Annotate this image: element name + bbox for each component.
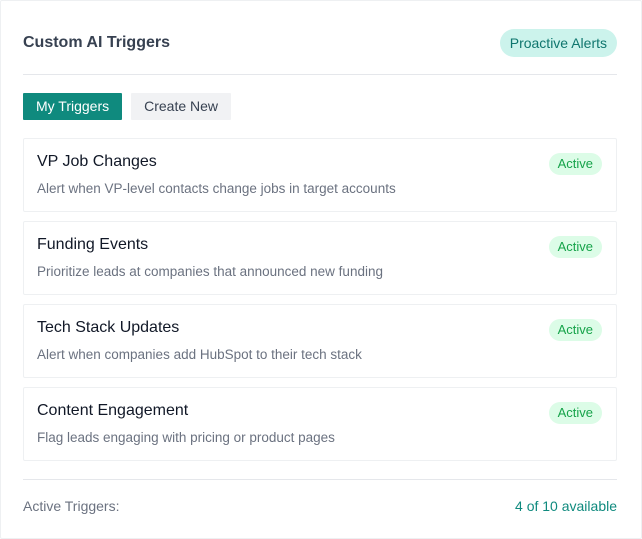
trigger-description: Alert when VP-level contacts change jobs…	[37, 181, 396, 196]
trigger-title: Tech Stack Updates	[37, 319, 180, 336]
tab-my-triggers[interactable]: My Triggers	[23, 93, 123, 120]
trigger-card[interactable]: Tech Stack Updates Alert when companies …	[23, 304, 617, 378]
status-badge: Active	[548, 153, 602, 175]
trigger-description: Flag leads engaging with pricing or prod…	[37, 430, 335, 445]
trigger-list: VP Job Changes Alert when VP-level conta…	[23, 138, 617, 470]
status-badge: Active	[548, 236, 602, 258]
trigger-title: Content Engagement	[37, 402, 189, 419]
trigger-card[interactable]: Content Engagement Flag leads engaging w…	[23, 387, 617, 461]
tab-bar: My Triggers Create New	[23, 93, 232, 120]
custom-ai-triggers-panel: Custom AI Triggers Proactive Alerts My T…	[0, 0, 642, 539]
header-divider	[23, 74, 617, 75]
status-badge: Active	[548, 319, 602, 341]
trigger-description: Alert when companies add HubSpot to thei…	[37, 347, 362, 362]
status-badge: Active	[548, 402, 602, 424]
active-triggers-count: 4 of 10 available	[515, 498, 617, 514]
trigger-description: Prioritize leads at companies that annou…	[37, 264, 383, 279]
panel-title: Custom AI Triggers	[23, 34, 170, 51]
panel-header: Custom AI Triggers Proactive Alerts	[23, 29, 617, 57]
trigger-card[interactable]: VP Job Changes Alert when VP-level conta…	[23, 138, 617, 212]
active-triggers-label: Active Triggers:	[23, 498, 120, 514]
tab-create-new[interactable]: Create New	[131, 93, 232, 120]
trigger-card[interactable]: Funding Events Prioritize leads at compa…	[23, 221, 617, 295]
trigger-title: Funding Events	[37, 236, 149, 253]
panel-footer: Active Triggers: 4 of 10 available	[23, 498, 617, 514]
proactive-alerts-badge: Proactive Alerts	[499, 29, 617, 57]
trigger-title: VP Job Changes	[37, 153, 157, 170]
footer-divider	[23, 479, 617, 480]
